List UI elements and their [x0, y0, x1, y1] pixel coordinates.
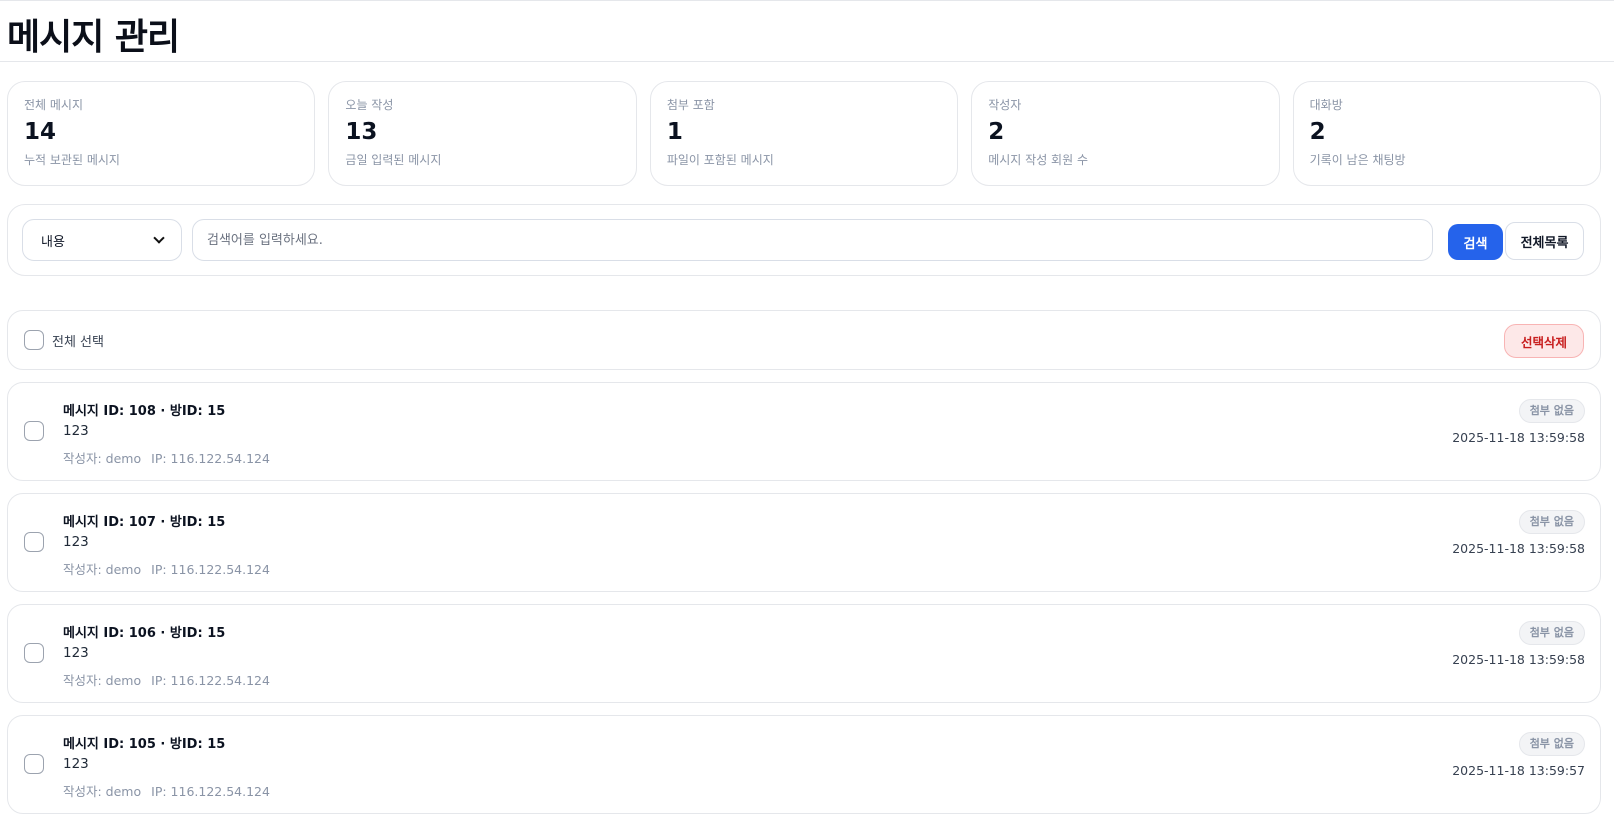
- message-title: 메시지 ID: 108 · 방ID: 15: [63, 404, 226, 419]
- message-ip: IP: 116.122.54.124: [151, 673, 270, 688]
- stat-desc: 파일이 포함된 메시지: [666, 153, 774, 167]
- stat-value: 2: [988, 119, 1005, 145]
- stat-label: 첨부 포함: [666, 98, 715, 112]
- message-title: 메시지 ID: 107 · 방ID: 15: [63, 515, 226, 530]
- message-body: 123: [63, 423, 89, 439]
- message-checkbox[interactable]: [24, 754, 44, 774]
- message-date: 2025-11-18 13:59:58: [1452, 652, 1585, 667]
- stat-desc: 금일 입력된 메시지: [345, 153, 442, 167]
- stat-value: 14: [24, 119, 57, 145]
- stat-value: 1: [666, 119, 683, 145]
- stat-label: 작성자: [988, 98, 1022, 112]
- message-ip: IP: 116.122.54.124: [151, 784, 270, 799]
- message-author: 작성자: demo: [63, 451, 142, 466]
- message-author: 작성자: demo: [63, 784, 142, 799]
- search-button[interactable]: 검색: [1448, 224, 1503, 260]
- message-author: 작성자: demo: [63, 673, 142, 688]
- page-header: 메시지 관리: [0, 0, 1614, 62]
- message-date: 2025-11-18 13:59:58: [1452, 430, 1585, 445]
- attachment-badge: 첨부 없음: [1518, 510, 1585, 534]
- search-input[interactable]: [192, 219, 1433, 261]
- stat-value: 2: [1309, 119, 1326, 145]
- message-item: 메시지 ID: 108 · 방ID: 15 123 작성자: demo IP: 1…: [7, 382, 1601, 481]
- stat-card-rooms: 대화방 2 기록이 남은 채팅방: [1292, 81, 1602, 186]
- search-field-select[interactable]: 내용: [22, 219, 182, 261]
- message-checkbox[interactable]: [24, 421, 44, 441]
- select-all[interactable]: 전체 선택: [24, 330, 104, 350]
- message-checkbox[interactable]: [24, 532, 44, 552]
- stat-card-today: 오늘 작성 13 금일 입력된 메시지: [328, 81, 637, 186]
- stat-card-attachments: 첨부 포함 1 파일이 포함된 메시지: [649, 81, 959, 186]
- page-title: 메시지 관리: [7, 17, 180, 58]
- stat-desc: 메시지 작성 회원 수: [988, 153, 1088, 167]
- message-title: 메시지 ID: 105 · 방ID: 15: [63, 737, 226, 752]
- stat-label: 대화방: [1309, 98, 1343, 112]
- attachment-badge: 첨부 없음: [1518, 399, 1585, 423]
- bulk-action-bar: 전체 선택 선택삭제: [7, 310, 1601, 370]
- message-ip: IP: 116.122.54.124: [151, 451, 270, 466]
- message-checkbox[interactable]: [24, 643, 44, 663]
- delete-selected-button[interactable]: 선택삭제: [1504, 324, 1584, 358]
- message-body: 123: [63, 756, 89, 772]
- message-meta: 작성자: demo IP: 116.122.54.124: [63, 559, 270, 578]
- message-date: 2025-11-18 13:59:57: [1452, 763, 1585, 778]
- select-all-label: 전체 선택: [52, 334, 104, 350]
- stat-card-total: 전체 메시지 14 누적 보관된 메시지: [7, 81, 316, 186]
- search-field-selected: 내용: [41, 234, 65, 250]
- message-body: 123: [63, 534, 89, 550]
- message-item: 메시지 ID: 105 · 방ID: 15 123 작성자: demo IP: 1…: [7, 715, 1601, 814]
- stat-desc: 누적 보관된 메시지: [24, 153, 120, 167]
- message-ip: IP: 116.122.54.124: [151, 562, 270, 577]
- stat-value: 13: [345, 119, 378, 145]
- message-title: 메시지 ID: 106 · 방ID: 15: [63, 626, 226, 641]
- attachment-badge: 첨부 없음: [1518, 621, 1585, 645]
- stat-desc: 기록이 남은 채팅방: [1309, 153, 1406, 167]
- message-date: 2025-11-18 13:59:58: [1452, 541, 1585, 556]
- message-item: 메시지 ID: 106 · 방ID: 15 123 작성자: demo IP: 1…: [7, 604, 1601, 703]
- select-all-checkbox[interactable]: [24, 330, 44, 350]
- message-meta: 작성자: demo IP: 116.122.54.124: [63, 781, 270, 800]
- stat-card-authors: 작성자 2 메시지 작성 회원 수: [971, 81, 1280, 186]
- stats-row: 전체 메시지 14 누적 보관된 메시지 오늘 작성 13 금일 입력된 메시지…: [7, 81, 1602, 186]
- message-meta: 작성자: demo IP: 116.122.54.124: [63, 670, 270, 689]
- message-meta: 작성자: demo IP: 116.122.54.124: [63, 448, 270, 467]
- message-body: 123: [63, 645, 89, 661]
- search-panel: 내용 검색 전체목록: [7, 204, 1601, 276]
- message-list: 메시지 ID: 108 · 방ID: 15 123 작성자: demo IP: 1…: [7, 382, 1601, 818]
- attachment-badge: 첨부 없음: [1518, 732, 1585, 756]
- message-author: 작성자: demo: [63, 562, 142, 577]
- show-all-button[interactable]: 전체목록: [1505, 222, 1584, 260]
- chevron-down-icon: [153, 232, 165, 244]
- stat-label: 전체 메시지: [24, 98, 84, 112]
- message-item: 메시지 ID: 107 · 방ID: 15 123 작성자: demo IP: 1…: [7, 493, 1601, 592]
- stat-label: 오늘 작성: [345, 98, 394, 112]
